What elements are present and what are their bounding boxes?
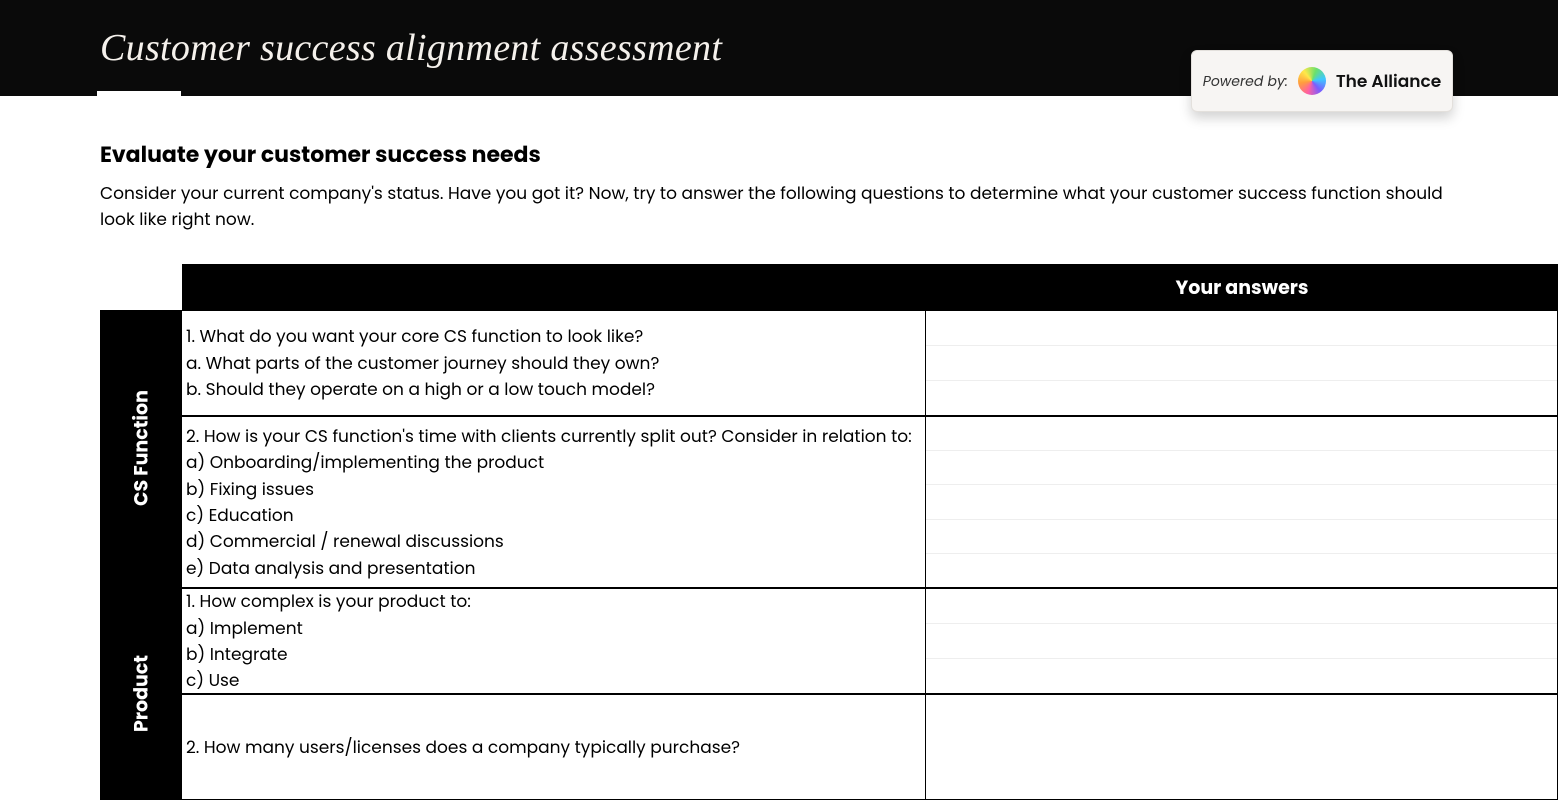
answer-line[interactable]	[926, 381, 1557, 415]
header-answers: Your answers	[926, 264, 1558, 310]
question-cell: 2. How is your CS function's time with c…	[182, 416, 926, 588]
answer-line[interactable]	[926, 659, 1557, 693]
powered-by-badge: Powered by: The Alliance	[1191, 50, 1453, 112]
header-questions	[182, 264, 926, 310]
answer-line[interactable]	[926, 485, 1557, 519]
alliance-logo-icon	[1298, 67, 1326, 95]
answer-cell[interactable]	[926, 310, 1558, 416]
answer-cell[interactable]	[926, 694, 1558, 800]
answer-cell[interactable]	[926, 588, 1558, 694]
category-cs-function: CS Function	[100, 310, 182, 588]
answer-line[interactable]	[926, 417, 1557, 451]
question-cell: 1. How complex is your product to: a) Im…	[182, 588, 926, 694]
answer-line[interactable]	[926, 624, 1557, 659]
section-heading: Evaluate your customer success needs	[100, 138, 1458, 171]
answer-line[interactable]	[926, 695, 1557, 799]
page-title: Customer success alignment assessment	[100, 26, 722, 70]
alliance-brand-name: The Alliance	[1336, 68, 1441, 94]
answer-line[interactable]	[926, 451, 1557, 485]
answer-line[interactable]	[926, 311, 1557, 346]
assessment-table: Your answers CS Function 1. What do you …	[100, 264, 1458, 800]
content-area: Evaluate your customer success needs Con…	[0, 96, 1458, 800]
section-lead: Consider your current company's status. …	[100, 181, 1458, 232]
answer-cell[interactable]	[926, 416, 1558, 588]
category-product: Product	[100, 588, 182, 800]
question-cell: 1. What do you want your core CS functio…	[182, 310, 926, 416]
answer-line[interactable]	[926, 554, 1557, 587]
answer-line[interactable]	[926, 346, 1557, 381]
banner: Customer success alignment assessment Po…	[0, 0, 1558, 96]
powered-label: Powered by:	[1203, 71, 1288, 92]
tab-indicator	[97, 91, 181, 97]
question-cell: 2. How many users/licenses does a compan…	[182, 694, 926, 800]
header-blank	[100, 264, 182, 310]
answer-line[interactable]	[926, 520, 1557, 554]
answer-line[interactable]	[926, 589, 1557, 624]
